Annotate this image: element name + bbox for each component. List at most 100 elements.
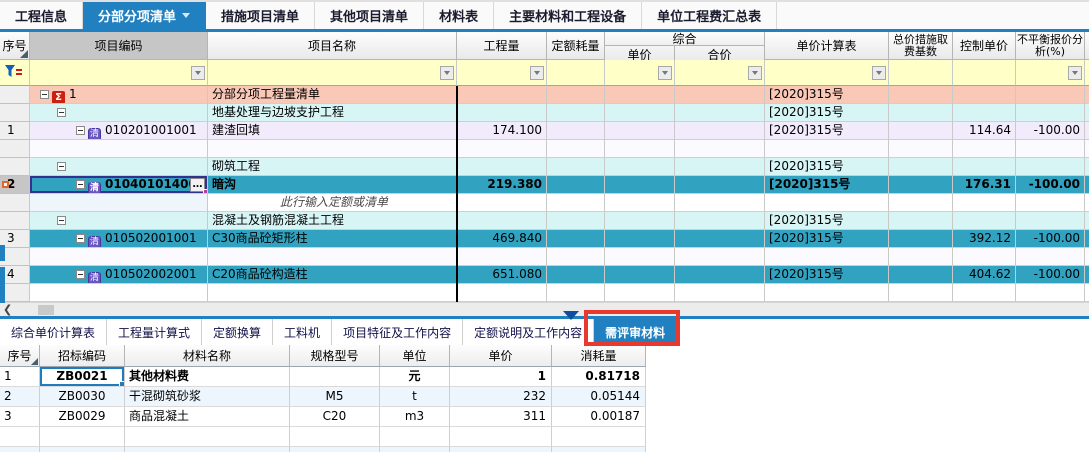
materials-col-header-单价[interactable]: 单价: [450, 345, 552, 367]
quota-usage-cell[interactable]: [547, 104, 605, 122]
qty-cell[interactable]: 651.080: [457, 266, 547, 284]
control-price-cell[interactable]: 404.62: [953, 266, 1016, 284]
filter-cell-seq[interactable]: [0, 60, 30, 86]
col-header-composite[interactable]: 综合: [605, 32, 764, 46]
filter-cell-name[interactable]: [208, 60, 457, 86]
unbalanced-cell[interactable]: -100.00: [1016, 230, 1085, 248]
unbalanced-cell[interactable]: [1016, 284, 1085, 302]
price-calc-cell[interactable]: [2020]315号: [765, 158, 889, 176]
table-row[interactable]: [0, 140, 1089, 158]
materials-usage-cell[interactable]: [552, 447, 646, 452]
materials-spec-cell[interactable]: [290, 427, 380, 447]
measure-base-cell[interactable]: [889, 158, 953, 176]
table-row[interactable]: 3清010502001001C30商品砼矩形柱469.840[2020]315号…: [0, 230, 1089, 248]
col-header-name[interactable]: 项目名称: [208, 32, 457, 60]
filter-dropdown-button[interactable]: [658, 66, 672, 80]
bottom-tab-定额换算[interactable]: 定额换算: [202, 319, 273, 345]
code-cell[interactable]: 清010502001001: [30, 230, 208, 248]
total-price-cell[interactable]: [675, 140, 765, 158]
filter-cell-zj[interactable]: [889, 60, 953, 86]
tab-单位工程费汇总表[interactable]: 单位工程费汇总表: [642, 2, 777, 29]
measure-base-cell[interactable]: [889, 266, 953, 284]
unbalanced-cell[interactable]: -100.00: [1016, 122, 1085, 140]
materials-price-cell[interactable]: 232: [450, 387, 552, 407]
unit-price-cell[interactable]: [605, 140, 675, 158]
tab-主要材料和工程设备[interactable]: 主要材料和工程设备: [494, 2, 642, 29]
bottom-tab-定额说明及工作内容[interactable]: 定额说明及工作内容: [463, 319, 594, 345]
materials-row[interactable]: [0, 427, 646, 447]
materials-code-cell[interactable]: ZB0029: [40, 407, 125, 427]
code-cell[interactable]: 清010201001001: [30, 122, 208, 140]
total-price-cell[interactable]: [675, 230, 765, 248]
materials-unit-cell[interactable]: m3: [380, 407, 450, 427]
collapse-icon[interactable]: [76, 180, 85, 189]
unbalanced-cell[interactable]: [1016, 104, 1085, 122]
tab-工程信息[interactable]: 工程信息: [0, 2, 83, 29]
materials-usage-cell[interactable]: 0.81718: [552, 367, 646, 387]
filter-dropdown-button[interactable]: [530, 66, 544, 80]
qty-cell[interactable]: [457, 104, 547, 122]
scroll-left-icon[interactable]: ❮: [3, 303, 12, 316]
name-cell[interactable]: 建渣回填: [208, 122, 457, 140]
bottom-tab-工程量计算式[interactable]: 工程量计算式: [107, 319, 202, 345]
unit-price-cell[interactable]: [605, 158, 675, 176]
qty-cell[interactable]: [457, 86, 547, 104]
horizontal-scrollbar[interactable]: ❮: [0, 302, 1089, 316]
filter-cell-dh[interactable]: [547, 60, 605, 86]
materials-unit-cell[interactable]: 元: [380, 367, 450, 387]
control-price-cell[interactable]: [953, 104, 1016, 122]
price-calc-cell[interactable]: [765, 140, 889, 158]
unit-price-cell[interactable]: [605, 266, 675, 284]
table-row[interactable]: 4清010502002001C20商品砼构造柱651.080[2020]315号…: [0, 266, 1089, 284]
control-price-cell[interactable]: 114.64: [953, 122, 1016, 140]
measure-base-cell[interactable]: [889, 86, 953, 104]
quota-usage-cell[interactable]: [547, 212, 605, 230]
qty-cell[interactable]: [457, 194, 547, 212]
control-price-cell[interactable]: [953, 248, 1016, 266]
name-cell[interactable]: [208, 248, 457, 266]
unbalanced-cell[interactable]: [1016, 194, 1085, 212]
materials-usage-cell[interactable]: [552, 427, 646, 447]
unbalanced-cell[interactable]: [1016, 140, 1085, 158]
table-row[interactable]: 1清010201001001建渣回填174.100[2020]315号114.6…: [0, 122, 1089, 140]
filter-cell-qty[interactable]: [457, 60, 547, 86]
materials-row[interactable]: [0, 447, 646, 452]
qty-cell[interactable]: 219.380: [457, 176, 547, 194]
name-cell[interactable]: 暗沟: [208, 176, 457, 194]
collapse-icon[interactable]: [57, 216, 66, 225]
materials-price-cell[interactable]: [450, 427, 552, 447]
table-row[interactable]: 混凝土及钢筋混凝土工程[2020]315号: [0, 212, 1089, 230]
tab-材料表[interactable]: 材料表: [424, 2, 494, 29]
materials-name-cell[interactable]: 干混砌筑砂浆: [125, 387, 290, 407]
control-price-cell[interactable]: 176.31: [953, 176, 1016, 194]
materials-row[interactable]: 1ZB0021其他材料费元10.81718: [0, 367, 646, 387]
scrollbar-thumb[interactable]: [38, 305, 54, 315]
control-price-cell[interactable]: [953, 194, 1016, 212]
row-header-cell[interactable]: [0, 158, 30, 176]
materials-name-cell[interactable]: [125, 427, 290, 447]
code-cell[interactable]: Σ1: [30, 86, 208, 104]
quota-usage-cell[interactable]: [547, 86, 605, 104]
materials-seq-cell[interactable]: 3: [0, 407, 40, 427]
collapse-icon[interactable]: [57, 162, 66, 171]
materials-price-cell[interactable]: [450, 447, 552, 452]
filter-cell-danjia[interactable]: [605, 60, 675, 86]
col-header-seq[interactable]: 序号: [0, 32, 30, 60]
materials-col-header-单位[interactable]: 单位: [380, 345, 450, 367]
materials-name-cell[interactable]: [125, 447, 290, 452]
table-row[interactable]: 此行输入定额或清单: [0, 194, 1089, 212]
materials-usage-cell[interactable]: 0.00187: [552, 407, 646, 427]
materials-row[interactable]: 2ZB0030干混砌筑砂浆M5t2320.05144: [0, 387, 646, 407]
measure-base-cell[interactable]: [889, 140, 953, 158]
materials-col-header-消耗量[interactable]: 消耗量: [552, 345, 646, 367]
quota-usage-cell[interactable]: [547, 266, 605, 284]
materials-row[interactable]: 3ZB0029商品混凝土C20m33110.00187: [0, 407, 646, 427]
materials-code-cell[interactable]: ZB0030: [40, 387, 125, 407]
qty-cell[interactable]: 469.840: [457, 230, 547, 248]
total-price-cell[interactable]: [675, 266, 765, 284]
table-row[interactable]: 地基处理与边坡支护工程[2020]315号: [0, 104, 1089, 122]
total-price-cell[interactable]: [675, 176, 765, 194]
row-header-cell[interactable]: [0, 86, 30, 104]
collapse-icon[interactable]: [40, 90, 49, 99]
selection-handle[interactable]: [203, 189, 208, 194]
